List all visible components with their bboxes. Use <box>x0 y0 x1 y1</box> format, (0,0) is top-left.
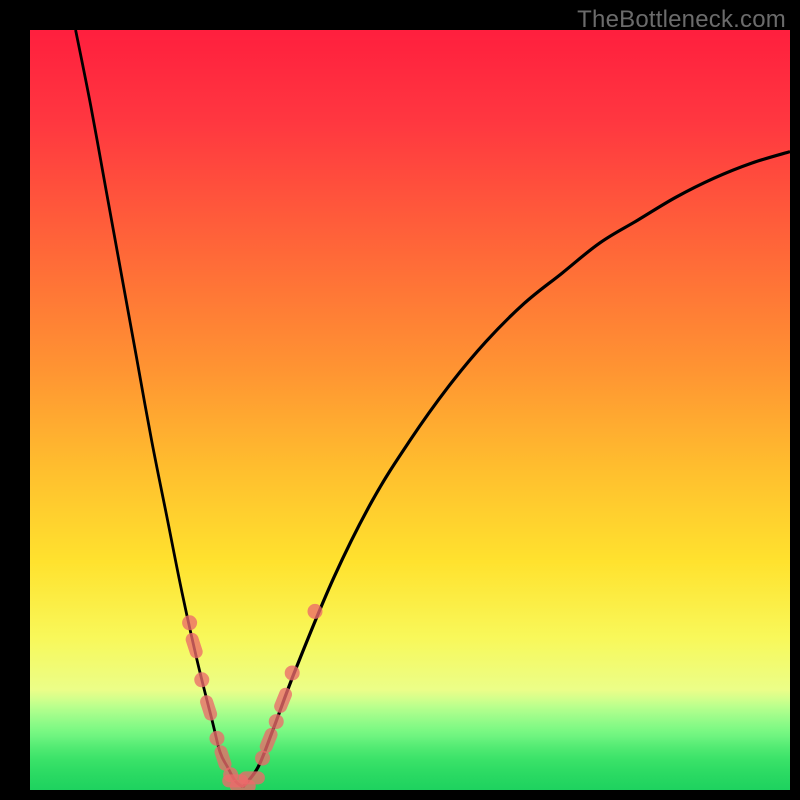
data-marker <box>184 631 204 660</box>
chart-frame: TheBottleneck.com <box>0 0 800 800</box>
curve-left-branch <box>76 30 243 787</box>
data-marker <box>239 771 265 784</box>
data-marker <box>198 694 218 723</box>
data-marker <box>194 672 209 687</box>
curve-layer <box>30 30 790 790</box>
marker-group <box>182 604 322 790</box>
data-marker <box>269 714 284 729</box>
data-marker <box>209 731 224 746</box>
plot-area <box>30 30 790 790</box>
data-marker <box>285 665 300 680</box>
data-marker <box>182 615 197 630</box>
data-marker <box>272 686 294 715</box>
curve-right-branch <box>243 152 790 787</box>
data-marker <box>308 604 323 619</box>
